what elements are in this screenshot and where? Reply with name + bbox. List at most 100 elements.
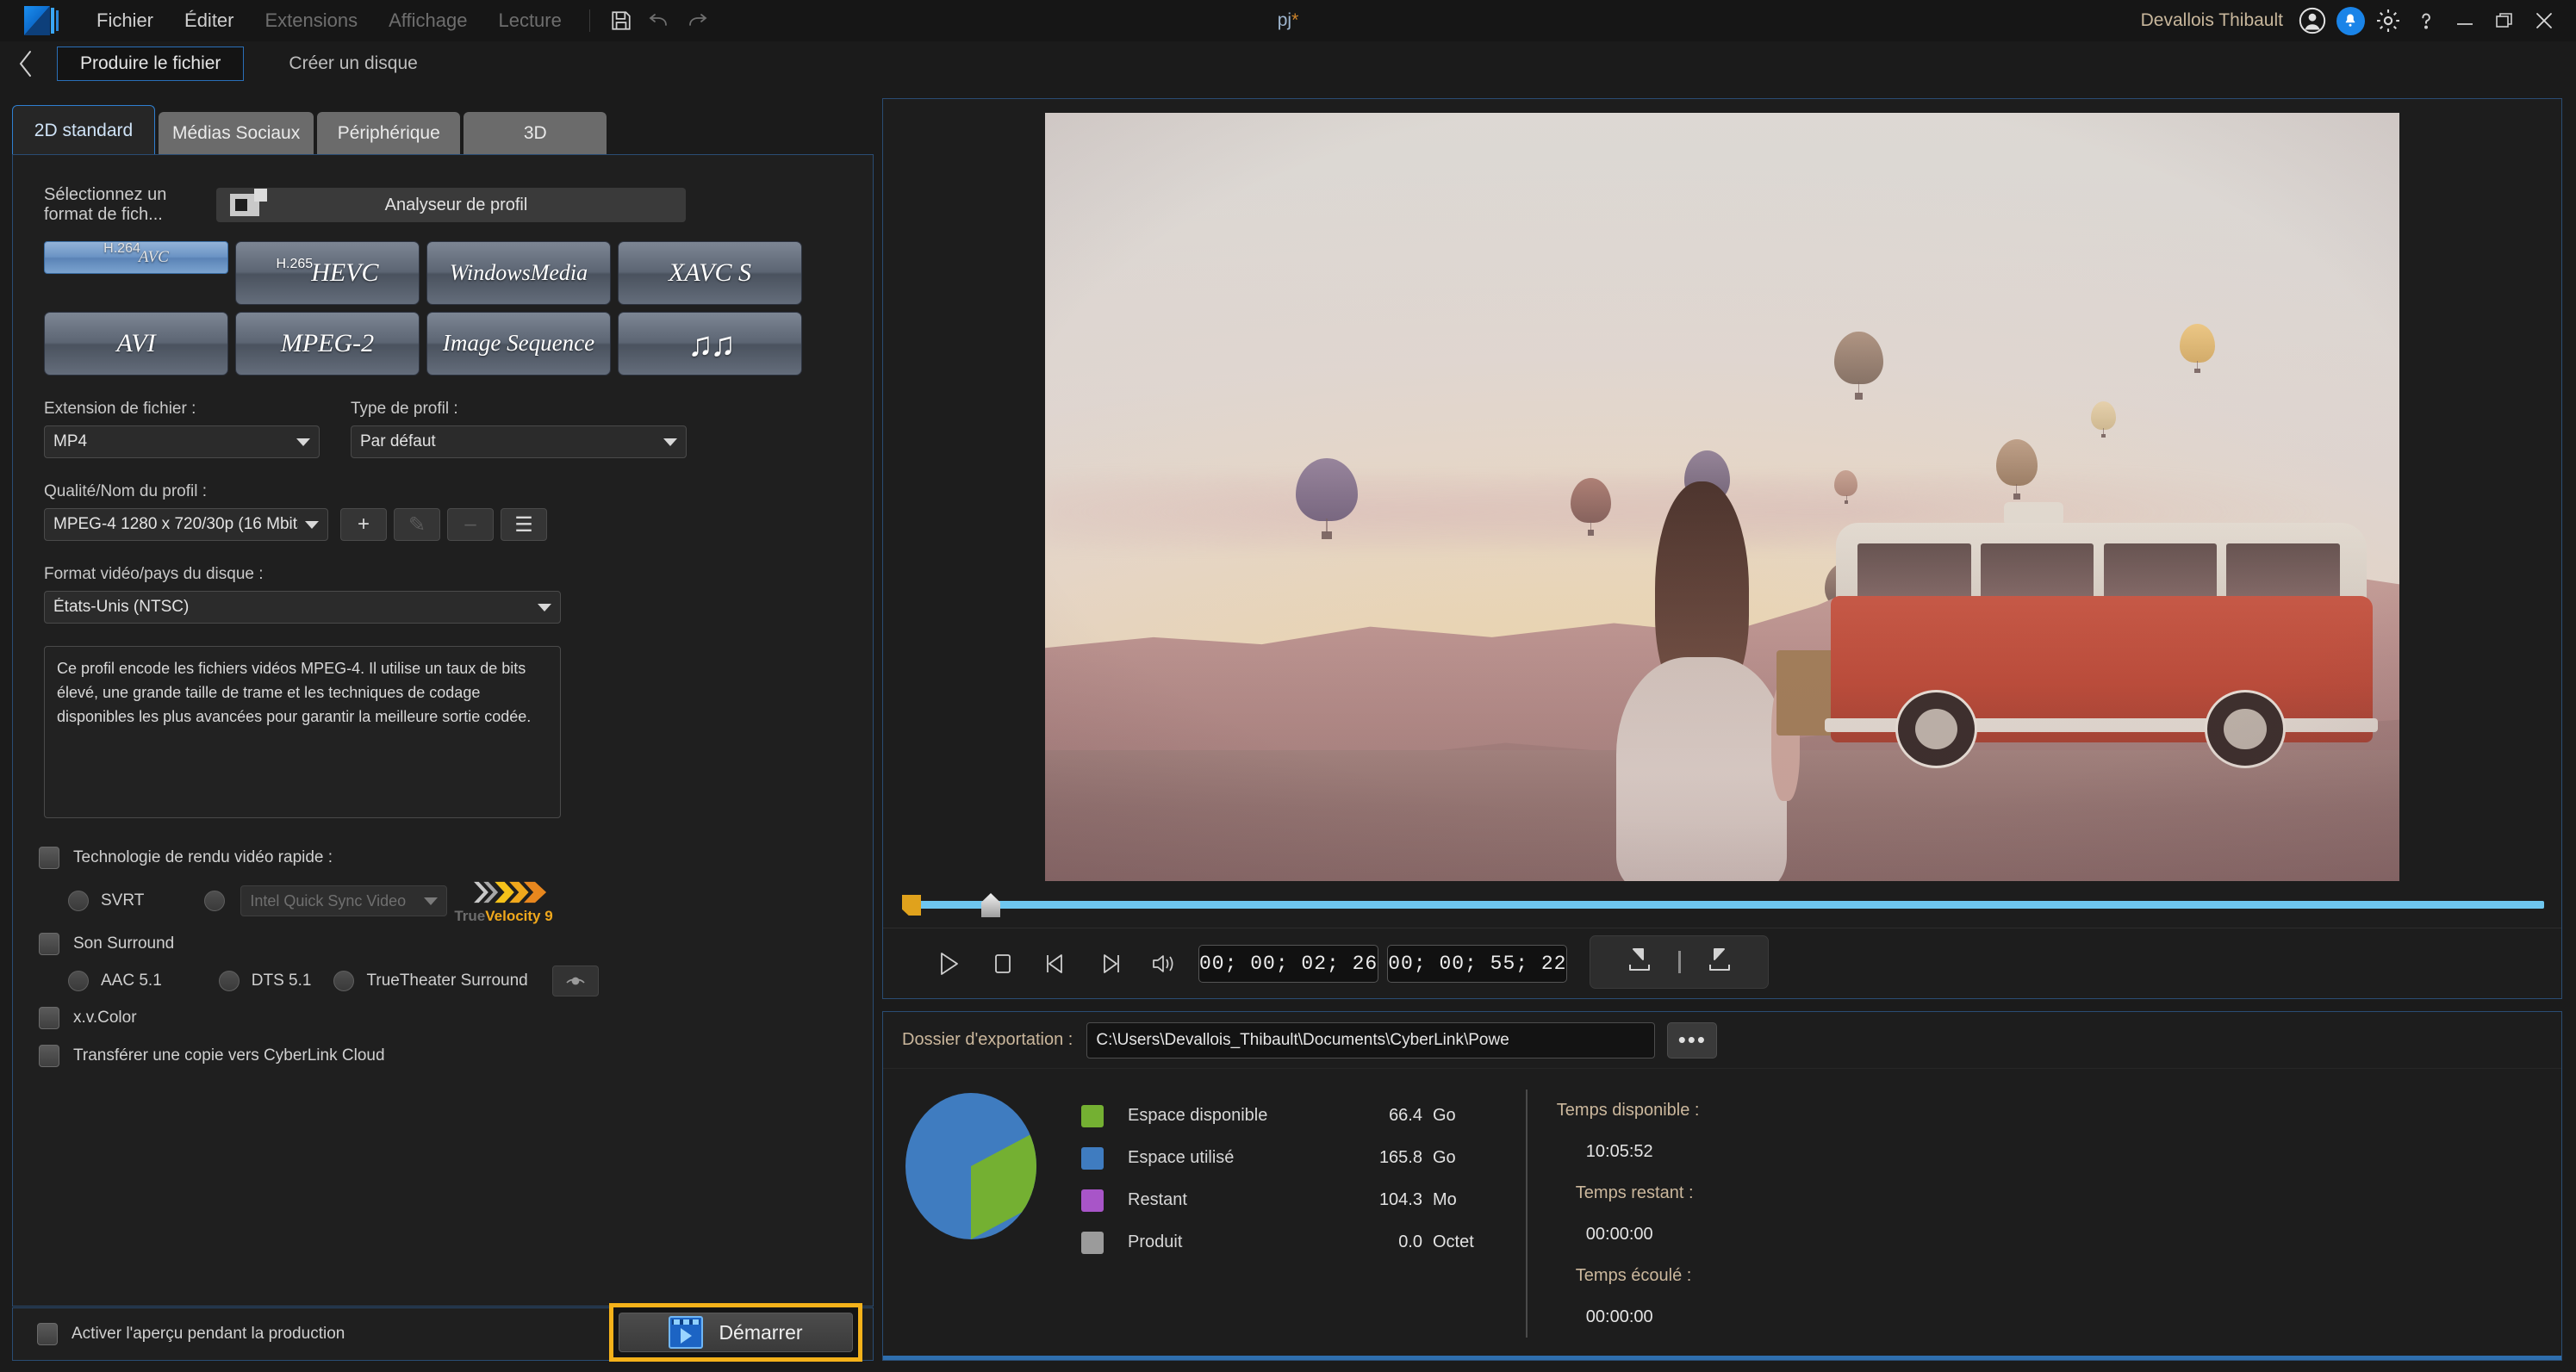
legend-swatch-remaining [1081, 1189, 1104, 1212]
play-button[interactable] [923, 937, 976, 990]
tab-3d[interactable]: 3D [464, 112, 607, 155]
profile-type-select[interactable]: Par défaut [351, 425, 687, 458]
extension-select[interactable]: MP4 [44, 425, 320, 458]
truevelocity-logo: TrueVelocity 9 [454, 877, 553, 925]
save-icon[interactable] [602, 2, 640, 40]
format-avc-label: AVC [138, 248, 169, 266]
remove-profile-button[interactable]: – [447, 508, 494, 541]
project-title-text: pj [1277, 10, 1292, 30]
current-time-display[interactable]: 00; 00; 02; 26 [1198, 944, 1379, 983]
legend-row: Espace disponible 66.4 Go [1081, 1095, 1474, 1137]
start-button[interactable]: Démarrer [619, 1313, 853, 1352]
redo-icon[interactable] [678, 2, 716, 40]
music-notes-icon: ♫♫ [688, 324, 736, 363]
mark-in-indicator[interactable] [902, 895, 921, 916]
tab-medias-sociaux[interactable]: Médias Sociaux [159, 112, 314, 155]
quick-sync-value: Intel Quick Sync Video [250, 891, 407, 909]
menu-item-lecture[interactable]: Lecture [482, 0, 576, 41]
disc-format-row: Format vidéo/pays du disque : États-Unis… [44, 565, 873, 624]
create-disc-tab[interactable]: Créer un disque [266, 47, 439, 81]
enable-preview-checkbox[interactable] [37, 1323, 58, 1345]
minimize-icon[interactable] [2445, 0, 2485, 41]
app-logo-icon [24, 6, 60, 35]
close-icon[interactable] [2524, 0, 2564, 41]
video-preview[interactable] [1045, 113, 2399, 881]
title-bar-right: Devallois Thibault [2141, 0, 2564, 41]
quick-sync-select[interactable]: Intel Quick Sync Video [240, 885, 448, 916]
dts-label: DTS 5.1 [251, 972, 312, 990]
legend-label-produced: Produit [1128, 1232, 1183, 1251]
tab-2d-standard[interactable]: 2D standard [12, 105, 155, 155]
dts-radio[interactable] [218, 971, 240, 991]
toolbar-divider [588, 9, 590, 32]
edit-profile-button[interactable]: ✎ [394, 508, 440, 541]
user-name-label: Devallois Thibault [2140, 10, 2283, 30]
cloud-upload-checkbox[interactable] [39, 1045, 59, 1067]
format-button-windowsmedia[interactable]: WindowsMedia [426, 241, 611, 305]
export-folder-row: Dossier d'exportation : C:\Users\Devallo… [883, 1012, 2561, 1069]
volume-button[interactable] [1136, 937, 1190, 990]
truetheater-radio[interactable] [333, 971, 355, 991]
mark-out-button[interactable] [1707, 946, 1733, 979]
quick-sync-radio[interactable] [204, 891, 226, 911]
aac-label: AAC 5.1 [101, 972, 162, 990]
quality-profile-select[interactable]: MPEG-4 1280 x 720/30p (16 Mbits/s) [44, 508, 328, 541]
help-icon[interactable] [2407, 0, 2445, 41]
format-tabs: 2D standard Médias Sociaux Périphérique … [12, 105, 874, 155]
notification-bell-icon[interactable] [2331, 0, 2369, 41]
project-modified-mark: * [1291, 10, 1299, 30]
previous-frame-button[interactable] [1030, 937, 1083, 990]
next-frame-button[interactable] [1083, 937, 1136, 990]
format-button-xavcs[interactable]: XAVC S [618, 241, 802, 305]
truetheater-label: TrueTheater Surround [366, 972, 528, 990]
format-button-avc[interactable]: H.264 AVC [44, 241, 228, 274]
format-button-avi[interactable]: AVI [44, 312, 228, 376]
account-icon[interactable] [2293, 0, 2331, 41]
produce-file-tab[interactable]: Produire le fichier [57, 47, 245, 81]
mark-in-out-group [1590, 935, 1769, 989]
format-button-mpeg2[interactable]: MPEG-2 [235, 312, 420, 376]
quality-profile-value: MPEG-4 1280 x 720/30p (16 Mbits/s) [53, 515, 298, 533]
profile-analyzer-button[interactable]: Analyseur de profil [216, 188, 686, 222]
svrt-radio[interactable] [68, 891, 89, 911]
cloud-upload-label: Transférer une copie vers CyberLink Clou… [73, 1046, 385, 1065]
format-button-audio[interactable]: ♫♫ [618, 312, 802, 376]
menu-item-editer[interactable]: Éditer [169, 0, 249, 41]
browse-folder-button[interactable]: ••• [1667, 1021, 1718, 1058]
format-hevc-label: HEVC [311, 258, 379, 287]
disc-format-select[interactable]: États-Unis (NTSC) [44, 591, 561, 624]
format-button-hevc[interactable]: H.265 HEVC [235, 241, 420, 305]
menu-item-affichage[interactable]: Affichage [373, 0, 482, 41]
playhead-handle[interactable] [981, 893, 1000, 917]
export-folder-label: Dossier d'exportation : [902, 1030, 1073, 1049]
legend-row: Produit 0.0 Octet [1081, 1221, 1474, 1263]
undo-icon[interactable] [640, 2, 678, 40]
surround-checkbox[interactable] [39, 933, 59, 955]
preview-scrubber[interactable] [895, 891, 2549, 917]
export-folder-input[interactable]: C:\Users\Devallois_Thibault\Documents\Cy… [1086, 1021, 1656, 1058]
format-button-image-sequence[interactable]: Image Sequence [426, 312, 611, 376]
xvcolor-checkbox[interactable] [39, 1007, 59, 1029]
tab-peripherique[interactable]: Périphérique [317, 112, 461, 155]
truetheater-settings-button[interactable] [551, 965, 599, 996]
profile-details-button[interactable]: ☰ [501, 508, 547, 541]
menu-item-extensions[interactable]: Extensions [250, 0, 374, 41]
aac-radio[interactable] [68, 971, 89, 991]
menu-item-fichier[interactable]: Fichier [81, 0, 169, 41]
disc-format-value: États-Unis (NTSC) [53, 598, 190, 616]
total-time-display[interactable]: 00; 00; 55; 22 [1387, 944, 1568, 983]
mark-in-button[interactable] [1627, 946, 1652, 979]
fast-render-checkbox[interactable] [39, 847, 59, 869]
advanced-options: Technologie de rendu vidéo rapide : SVRT… [39, 839, 849, 1075]
restore-icon[interactable] [2485, 0, 2524, 41]
settings-gear-icon[interactable] [2369, 0, 2407, 41]
output-panel: Dossier d'exportation : C:\Users\Devallo… [882, 1011, 2562, 1361]
truevelocity-label: TrueVelocity 9 [454, 908, 553, 924]
extension-profile-row: Extension de fichier : MP4 Type de profi… [44, 400, 873, 458]
add-profile-button[interactable]: + [340, 508, 387, 541]
back-icon[interactable] [0, 41, 52, 86]
scrubber-track[interactable] [912, 901, 2544, 909]
time-elapsed-value: 00:00:00 [1585, 1307, 1653, 1326]
stop-button[interactable] [976, 937, 1030, 990]
legend-value-available: 66.4 [1389, 1106, 1422, 1125]
